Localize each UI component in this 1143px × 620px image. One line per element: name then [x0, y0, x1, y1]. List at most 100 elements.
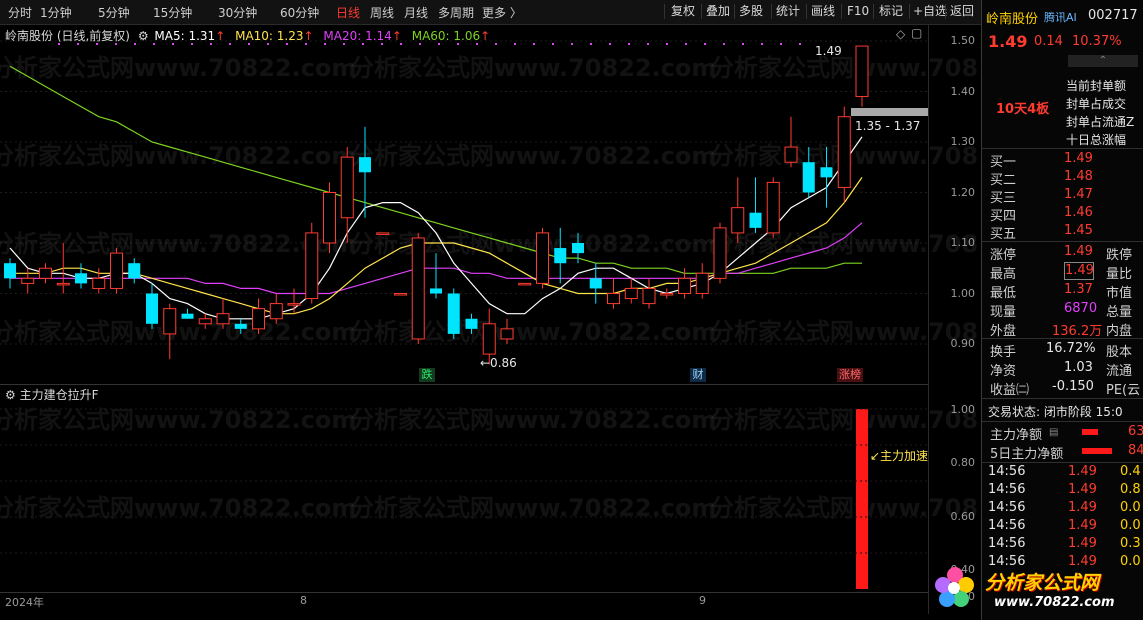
watermark-text: 分析家公式网www.70822.com [0, 54, 356, 82]
watermark-text: 分析家公式网www.70822.com [0, 142, 356, 170]
candle-body [75, 273, 87, 284]
price-axis: 1.50 1.40 1.30 1.20 1.10 1.00 0.90 1.00 … [928, 24, 981, 614]
fin-label: 净资 [990, 364, 1017, 379]
candle-body [642, 287, 656, 305]
candle-body [394, 293, 407, 296]
tick-time: 14:56 [988, 536, 1026, 551]
tick-time: 14:56 [988, 482, 1026, 497]
settings-icon[interactable]: ⚙ [5, 388, 16, 402]
period-tab[interactable]: 1分钟 [40, 4, 72, 21]
dot-marker [552, 43, 554, 45]
y-tick: 0.90 [950, 337, 976, 350]
ai-link[interactable]: 腾讯AI [1044, 9, 1077, 25]
high-price-label: 1.49 [815, 44, 842, 58]
candle-body [802, 162, 815, 193]
flow-value: 63 [1128, 424, 1143, 439]
period-tab[interactable]: 15分钟 [153, 4, 192, 21]
tick-volume: 0.0 [1120, 518, 1141, 533]
stock-code: 002717 [1088, 8, 1138, 23]
ma5-label: MA5: 1.31 [154, 29, 216, 43]
doc-icon[interactable]: ▤ [1049, 427, 1058, 438]
bid-label: 买四 [990, 209, 1017, 224]
candle-body [287, 303, 301, 306]
dot-marker [495, 43, 497, 45]
dot-marker [590, 43, 592, 45]
mark-button[interactable]: 标记 [876, 3, 906, 20]
stats-button[interactable]: 统计 [773, 3, 803, 20]
candle-body [572, 243, 584, 254]
tick-volume: 0.0 [1120, 500, 1141, 515]
period-tab[interactable]: 30分钟 [218, 4, 257, 21]
ma10-label: MA10: 1.23 [235, 29, 304, 43]
dot-marker [571, 43, 573, 45]
f10-button[interactable]: F10 [844, 3, 872, 20]
more-menu[interactable]: 更多 〉 [482, 4, 522, 21]
fin-label: 换手 [990, 345, 1017, 360]
dot-marker [647, 43, 649, 45]
candle-body [128, 263, 141, 279]
stat-value: 1.37 [1064, 282, 1093, 297]
seal-line: 封单占成交 [1066, 97, 1127, 111]
event-marker-rank[interactable]: 涨榜 [837, 368, 863, 382]
stat-label: 外盘 [990, 324, 1017, 339]
period-tab[interactable]: 多周期 [438, 4, 474, 21]
time-axis-line [0, 592, 928, 593]
flow-label: 5日主力净额 [990, 447, 1064, 462]
candle-body [181, 313, 194, 319]
period-tab[interactable]: 周线 [370, 4, 394, 21]
candle-body [146, 293, 158, 324]
bid-label: 买五 [990, 227, 1017, 242]
tick-time: 14:56 [988, 464, 1026, 479]
fullscreen-icon[interactable]: ▢ [911, 26, 922, 40]
settings-icon[interactable]: ⚙ [138, 29, 149, 43]
period-tab[interactable]: 5分钟 [98, 4, 130, 21]
price-range-marker [851, 108, 928, 116]
watermark-text: 分析家公式网www.70822.com [350, 54, 716, 82]
period-tab[interactable]: 月线 [404, 4, 428, 21]
back-button[interactable]: 返回 [947, 3, 977, 20]
stat-label: 总量 [1106, 305, 1133, 320]
candle-body [56, 282, 70, 286]
watermark-text: 分析家公式网www.70822.com [350, 494, 716, 522]
y-tick: 1.50 [950, 34, 976, 47]
low-price-label: ←0.86 [480, 356, 517, 370]
period-tab[interactable]: 60分钟 [280, 4, 319, 21]
candle-body [482, 323, 496, 355]
flow-value: 84 [1128, 443, 1143, 458]
candle-body [4, 263, 16, 279]
candle-body [39, 267, 52, 279]
dot-marker [609, 43, 611, 45]
candle-body [411, 237, 425, 340]
x-label: 9 [699, 594, 706, 607]
collapse-button[interactable]: ⌃ [1068, 55, 1138, 67]
event-marker-fall[interactable]: 跌 [419, 368, 435, 382]
seal-line: 封单占流通Z [1066, 115, 1135, 129]
sub-indicator-name: 主力建仓拉升F [19, 388, 99, 402]
multi-stock-button[interactable]: 多股 [736, 3, 766, 20]
bid-price: 1.48 [1064, 169, 1093, 184]
stat-label: 涨停 [990, 248, 1017, 263]
diamond-icon[interactable]: ◇ [896, 27, 905, 41]
stat-label: 现量 [990, 305, 1017, 320]
candle-body [500, 328, 514, 340]
candle-body [269, 303, 283, 320]
seal-line: 十日总涨幅 [1066, 133, 1127, 147]
event-marker-finance[interactable]: 财 [690, 368, 706, 382]
period-tab[interactable]: 分时 [8, 4, 32, 21]
tick-price: 1.49 [1068, 518, 1097, 533]
overlay-button[interactable]: 叠加 [703, 3, 733, 20]
sub-y-tick: 0.80 [950, 456, 976, 469]
draw-line-button[interactable]: 画线 [808, 3, 838, 20]
bid-price: 1.46 [1064, 205, 1093, 220]
watermark-text: 分析家公式网www.70822.com [0, 230, 356, 258]
dot-marker [628, 43, 630, 45]
stat-label: 最高 [990, 267, 1017, 282]
kline-chart[interactable]: 分析家公式网www.70822.com分析家公式网www.70822.com分析… [0, 24, 980, 620]
trade-status: 交易状态: 闭市阶段 15:0 [988, 405, 1123, 419]
stat-label: 内盘 [1106, 324, 1133, 339]
period-tab-active[interactable]: 日线 [336, 4, 360, 21]
adjust-button[interactable]: 复权 [668, 3, 698, 20]
stock-name[interactable]: 岭南股份 [986, 8, 1038, 27]
candle-body [713, 227, 727, 279]
dot-marker [761, 43, 763, 45]
